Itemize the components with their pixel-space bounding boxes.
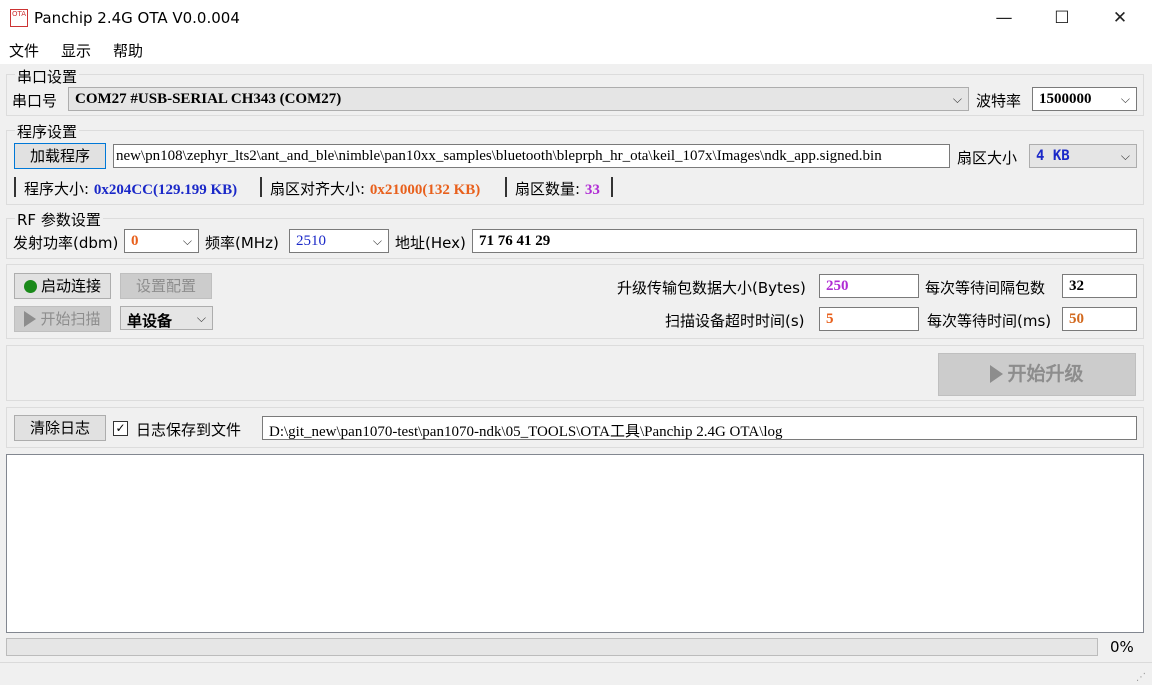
device-mode-select[interactable]: 单设备 ⌵ [120, 306, 213, 330]
resize-grip-icon[interactable]: ⋰ [1136, 672, 1148, 684]
start-upgrade-label: 开始升级 [1007, 363, 1084, 385]
program-size-info: 程序大小: 0x204CC(129.199 KB) [24, 178, 237, 199]
program-size-label: 程序大小: [24, 180, 94, 198]
status-dot-icon [23, 280, 37, 293]
separator [260, 177, 262, 197]
power-value: 0 [131, 233, 139, 249]
sector-size-value: 4 KB [1036, 148, 1070, 164]
align-size-value: 0x21000(132 KB) [369, 182, 481, 198]
play-icon [990, 365, 1004, 383]
sector-size-select[interactable]: 4 KB ⌵ [1029, 144, 1137, 168]
menu-view[interactable]: 显示 [61, 40, 91, 61]
rf-settings-title: RF 参数设置 [15, 209, 103, 230]
chevron-down-icon: ⌵ [1120, 92, 1130, 106]
baud-value: 1500000 [1039, 91, 1092, 107]
separator [611, 177, 613, 197]
sector-size-label: 扇区大小 [957, 149, 1018, 167]
program-path-field[interactable]: new\pn108\zephyr_lts2\ant_and_ble\nimble… [113, 144, 950, 168]
play-icon [24, 311, 37, 327]
power-label: 发射功率(dbm) [13, 232, 118, 253]
app-icon: OTA [10, 9, 28, 27]
separator [505, 177, 507, 197]
menu-bar [0, 36, 1152, 64]
port-select[interactable]: COM27 #USB-SERIAL CH343 (COM27) ⌵ [68, 87, 969, 111]
baud-label: 波特率 [976, 92, 1022, 110]
wait-packets-input[interactable]: 32 [1062, 274, 1137, 298]
wait-time-input[interactable]: 50 [1062, 307, 1137, 331]
start-scan-label: 开始扫描 [40, 310, 101, 328]
sector-count-info: 扇区数量: 33 [515, 178, 600, 199]
maximize-button[interactable]: ☐ [1033, 0, 1091, 36]
menu-file[interactable]: 文件 [9, 40, 39, 61]
freq-select[interactable]: 2510 ⌵ [289, 229, 389, 253]
separator [14, 177, 16, 197]
chevron-down-icon: ⌵ [182, 234, 192, 248]
power-select[interactable]: 0 ⌵ [124, 229, 199, 253]
wait-packets-label: 每次等待间隔包数 [925, 279, 1046, 297]
align-size-info: 扇区对齐大小: 0x21000(132 KB) [270, 178, 480, 199]
load-program-button[interactable]: 加载程序 [14, 143, 106, 169]
program-size-value: 0x204CC(129.199 KB) [93, 182, 238, 198]
address-input[interactable]: 71 76 41 29 [472, 229, 1137, 253]
log-output[interactable] [6, 454, 1144, 633]
port-value: COM27 #USB-SERIAL CH343 (COM27) [75, 91, 342, 107]
serial-settings-title: 串口设置 [15, 66, 80, 87]
minimize-button[interactable]: — [975, 0, 1033, 36]
chevron-down-icon: ⌵ [1120, 149, 1130, 163]
port-label: 串口号 [12, 92, 58, 110]
start-upgrade-button[interactable]: 开始升级 [938, 353, 1136, 396]
chevron-down-icon: ⌵ [196, 311, 206, 325]
baud-select[interactable]: 1500000 ⌵ [1032, 87, 1137, 111]
chevron-down-icon: ⌵ [952, 92, 962, 106]
progress-bar [6, 638, 1098, 656]
device-mode-value: 单设备 [127, 312, 173, 330]
chevron-down-icon: ⌵ [372, 234, 382, 248]
program-settings-title: 程序设置 [15, 121, 80, 142]
start-connect-label: 启动连接 [40, 277, 101, 295]
sector-count-label: 扇区数量: [515, 180, 585, 198]
save-log-label: 日志保存到文件 [136, 421, 242, 439]
status-bar [0, 662, 1152, 685]
freq-label: 频率(MHz) [205, 234, 279, 252]
scan-timeout-input[interactable]: 5 [819, 307, 919, 331]
start-connect-button[interactable]: 启动连接 [14, 273, 111, 299]
packet-size-label: 升级传输包数据大小(Bytes) [617, 279, 806, 297]
menu-help[interactable]: 帮助 [113, 40, 143, 61]
close-button[interactable]: ✕ [1091, 0, 1149, 36]
sector-count-value: 33 [584, 182, 600, 198]
window-title: Panchip 2.4G OTA V0.0.004 [34, 9, 240, 27]
address-label: 地址(Hex) [395, 234, 466, 252]
start-scan-button[interactable]: 开始扫描 [14, 306, 111, 332]
power-label-text: 发射功率(dbm) [13, 234, 119, 252]
save-log-checkbox[interactable]: ✓ [113, 421, 128, 436]
scan-timeout-label: 扫描设备超时时间(s) [665, 312, 805, 330]
progress-label: 0% [1110, 638, 1134, 656]
wait-time-label: 每次等待时间(ms) [927, 312, 1052, 330]
packet-size-input[interactable]: 250 [819, 274, 919, 298]
config-button[interactable]: 设置配置 [120, 273, 212, 299]
clear-log-button[interactable]: 清除日志 [14, 415, 106, 441]
align-size-label: 扇区对齐大小: [270, 180, 370, 198]
log-path-field[interactable]: D:\git_new\pan1070-test\pan1070-ndk\05_T… [262, 416, 1137, 440]
freq-value: 2510 [296, 233, 326, 249]
